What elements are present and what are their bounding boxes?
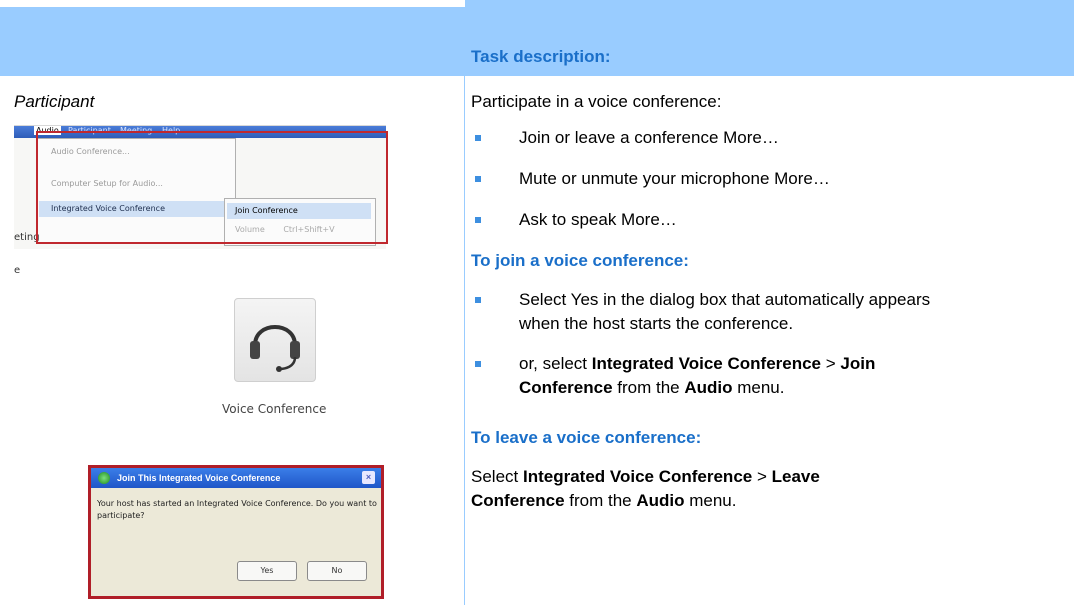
join-step-2-menu-path-1: Integrated Voice Conference — [591, 354, 822, 373]
headset-icon — [250, 325, 300, 372]
leave-menu-path-1: Integrated Voice Conference — [522, 467, 753, 486]
leave-menu-name: Audio — [636, 491, 685, 510]
dialog-title: Join This Integrated Voice Conference — [117, 473, 281, 483]
intro-text: Participate in a voice conference: — [471, 92, 722, 111]
bullet-5 — [475, 361, 481, 367]
join-step-2-pre: or, select — [519, 354, 592, 373]
join-step-2-separator: > — [821, 354, 841, 373]
leave-mid: from the — [564, 491, 637, 510]
join-conference-dialog: Join This Integrated Voice Conference × … — [88, 465, 384, 599]
dialog-message: Your host has started an Integrated Voic… — [97, 499, 377, 520]
column-divider — [464, 76, 465, 605]
dialog-titlebar: Join This Integrated Voice Conference × — [91, 468, 381, 488]
leave-pre: Select — [471, 467, 523, 486]
leave-separator: > — [752, 467, 772, 486]
bullet-3 — [475, 217, 481, 223]
close-icon: × — [362, 471, 375, 484]
bullet-1 — [475, 135, 481, 141]
task-description-heading: Task description: — [471, 47, 611, 66]
header-band-gap — [0, 0, 465, 7]
participant-label: Participant — [14, 92, 95, 111]
task-ask-to-speak[interactable]: Ask to speak More… — [519, 208, 949, 232]
join-step-2-mid: from the — [612, 378, 685, 397]
menu-highlight-frame — [36, 131, 388, 244]
webex-ball-icon — [98, 472, 110, 484]
dialog-yes-button: Yes — [237, 561, 297, 581]
join-step-2-post: menu. — [732, 378, 785, 397]
voice-conference-label: Voice Conference — [222, 402, 327, 416]
voice-conference-button — [234, 298, 316, 382]
bullet-4 — [475, 297, 481, 303]
join-step-1: Select Yes in the dialog box that automa… — [519, 290, 931, 333]
cropped-text-fragment-2: e — [14, 265, 21, 276]
leave-heading: To leave a voice conference: — [471, 428, 702, 447]
task-join-leave[interactable]: Join or leave a conference More… — [519, 126, 949, 150]
join-heading: To join a voice conference: — [471, 251, 689, 270]
join-step-2-menu-name: Audio — [684, 378, 733, 397]
leave-instructions: Select Integrated Voice Conference > Lea… — [471, 465, 911, 513]
task-mute-unmute[interactable]: Mute or unmute your microphone More… — [519, 167, 949, 191]
bullet-2 — [475, 176, 481, 182]
dialog-no-button: No — [307, 561, 367, 581]
leave-post: menu. — [684, 491, 737, 510]
join-step-2: or, select Integrated Voice Conference >… — [519, 352, 949, 400]
